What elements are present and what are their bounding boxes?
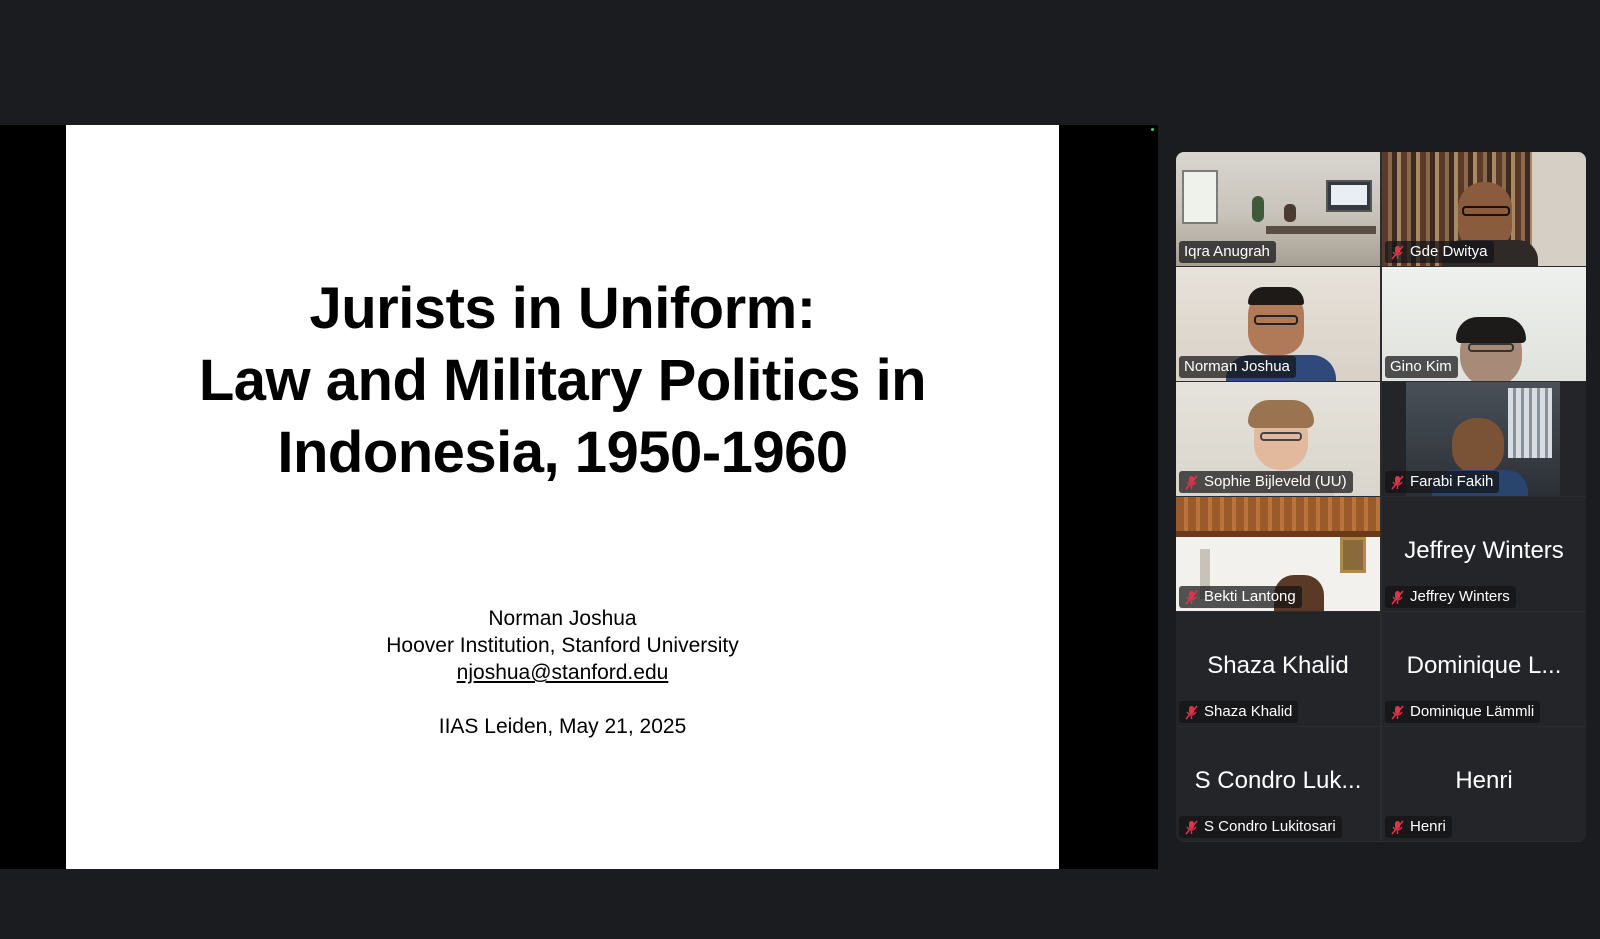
participant-display-name: Henri (1455, 767, 1513, 794)
participant-name: Shaza Khalid (1204, 703, 1293, 720)
participant-name: Gino Kim (1390, 358, 1452, 375)
participant-name: Iqra Anugrah (1184, 243, 1270, 260)
mic-muted-icon (1391, 819, 1404, 835)
participant-display-name: S Condro Luk... (1194, 767, 1362, 794)
participant-name: Bekti Lantong (1204, 588, 1296, 605)
name-tag: Gde Dwitya (1385, 241, 1494, 263)
mic-muted-icon (1391, 244, 1404, 260)
mic-muted-icon (1391, 589, 1404, 605)
participant-name: Norman Joshua (1184, 358, 1290, 375)
name-tag: Bekti Lantong (1179, 586, 1302, 608)
participant-tile-norman-joshua[interactable]: Norman Joshua (1176, 267, 1380, 381)
name-tag: Dominique Lämmli (1385, 701, 1541, 723)
participant-tile-s-condro-lukitosari[interactable]: S Condro Luk... S Condro Lukitosari (1176, 727, 1380, 841)
name-tag: Shaza Khalid (1179, 701, 1299, 723)
participant-tile-henri[interactable]: Henri Henri (1382, 727, 1586, 841)
participant-tile-jeffrey-winters[interactable]: Jeffrey Winters Jeffrey Winters (1382, 497, 1586, 611)
participant-tile-iqra-anugrah[interactable]: Iqra Anugrah (1176, 152, 1380, 266)
mic-muted-icon (1391, 704, 1404, 720)
name-tag: Jeffrey Winters (1385, 586, 1516, 608)
slide-title: Jurists in Uniform: Law and Military Pol… (66, 273, 1059, 489)
slide-author: Norman Joshua (488, 607, 637, 630)
mic-muted-icon (1185, 589, 1198, 605)
participant-tile-sophie-bijleveld[interactable]: Sophie Bijleveld (UU) (1176, 382, 1380, 496)
participant-name: Jeffrey Winters (1410, 588, 1510, 605)
slide-author-info: Norman Joshua Hoover Institution, Stanfo… (66, 605, 1059, 740)
slide-title-line-3: Indonesia, 1950-1960 (277, 420, 848, 485)
mic-muted-icon (1391, 474, 1404, 490)
name-tag: Norman Joshua (1179, 356, 1296, 378)
participant-tile-gino-kim[interactable]: Gino Kim (1382, 267, 1586, 381)
name-tag: Sophie Bijleveld (UU) (1179, 471, 1353, 493)
name-tag: Farabi Fakih (1385, 471, 1500, 493)
participant-name: Dominique Lämmli (1410, 703, 1535, 720)
slide-venue-date: IIAS Leiden, May 21, 2025 (438, 715, 687, 738)
mic-muted-icon (1185, 704, 1198, 720)
mic-muted-icon (1185, 474, 1198, 490)
participant-name: Farabi Fakih (1410, 473, 1494, 490)
participant-name: Gde Dwitya (1410, 243, 1488, 260)
participant-display-name: Jeffrey Winters (1404, 537, 1564, 564)
slide-title-line-2: Law and Military Politics in (198, 348, 927, 413)
name-tag: Iqra Anugrah (1179, 241, 1276, 263)
name-tag: Gino Kim (1385, 356, 1458, 378)
participant-display-name: Dominique L... (1406, 652, 1562, 679)
participant-gallery: Iqra Anugrah Gde Dwitya Norman Joshua Gi… (1176, 152, 1586, 842)
participant-tile-dominique-lammli[interactable]: Dominique L... Dominique Lämmli (1382, 612, 1586, 726)
slide-affiliation: Hoover Institution, Stanford University (386, 634, 739, 657)
slide-title-line-1: Jurists in Uniform: (309, 276, 816, 341)
participant-display-name: Shaza Khalid (1207, 652, 1349, 679)
presentation-slide: Jurists in Uniform: Law and Military Pol… (66, 125, 1059, 869)
slide-email: njoshua@stanford.edu (456, 661, 669, 684)
participant-tile-gde-dwitya[interactable]: Gde Dwitya (1382, 152, 1586, 266)
participant-tile-shaza-khalid[interactable]: Shaza Khalid Shaza Khalid (1176, 612, 1380, 726)
name-tag: S Condro Lukitosari (1179, 816, 1342, 838)
participant-tile-bekti-lantong[interactable]: Bekti Lantong (1176, 497, 1380, 611)
participant-name: Sophie Bijleveld (UU) (1204, 473, 1347, 490)
share-indicator-dot (1151, 128, 1154, 131)
participant-name: Henri (1410, 818, 1446, 835)
name-tag: Henri (1385, 816, 1452, 838)
mic-muted-icon (1185, 819, 1198, 835)
participant-name: S Condro Lukitosari (1204, 818, 1336, 835)
participant-tile-farabi-fakih[interactable]: Farabi Fakih (1382, 382, 1586, 496)
